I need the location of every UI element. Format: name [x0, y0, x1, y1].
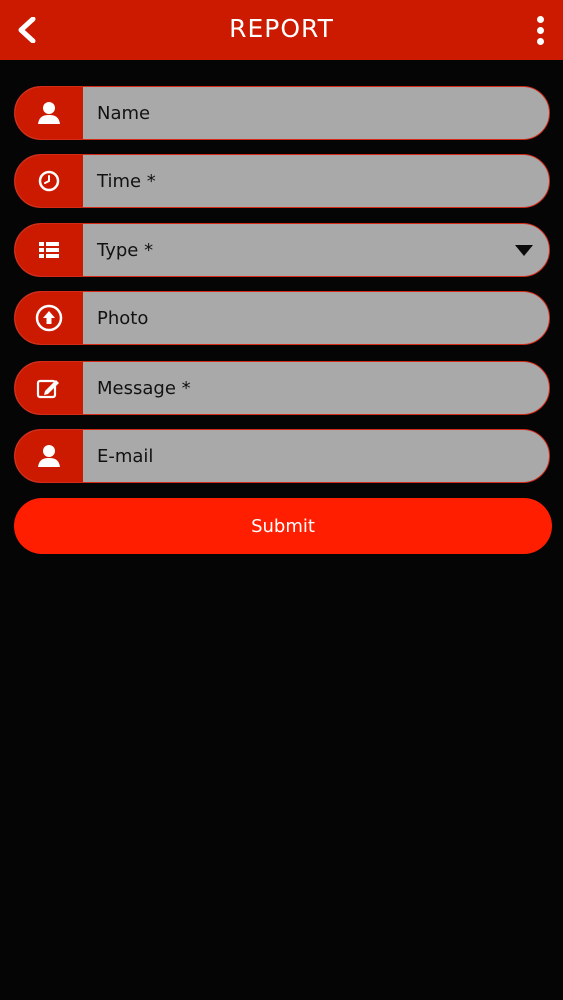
field-label: Time *	[97, 170, 156, 192]
user-icon	[38, 445, 60, 467]
menu-dot	[536, 26, 544, 34]
field-icon-container	[15, 292, 83, 344]
page-title: REPORT	[229, 14, 334, 43]
clock-icon	[38, 170, 60, 192]
edit-icon	[36, 379, 59, 399]
top-app-bar: REPORT	[0, 0, 563, 60]
field-label: Photo	[97, 307, 149, 329]
chevron-left-icon	[18, 17, 36, 43]
type-select[interactable]: Type *	[14, 223, 550, 277]
upload-icon	[35, 304, 63, 332]
user-icon	[38, 102, 60, 124]
overflow-menu-button[interactable]	[531, 12, 549, 48]
field-label: Type *	[97, 239, 154, 261]
field-icon-container	[15, 362, 83, 414]
field-icon-container	[15, 155, 83, 207]
name-field[interactable]: Name	[14, 86, 550, 140]
list-icon	[39, 242, 59, 258]
message-field[interactable]: Message *	[14, 361, 550, 415]
back-button[interactable]	[10, 12, 44, 48]
chevron-down-icon[interactable]	[515, 245, 533, 256]
time-field[interactable]: Time *	[14, 154, 550, 208]
field-icon-container	[15, 430, 83, 482]
field-icon-container	[15, 224, 83, 276]
email-field[interactable]: E-mail	[14, 429, 550, 483]
photo-field[interactable]: Photo	[14, 291, 550, 345]
submit-button[interactable]: Submit	[14, 498, 552, 554]
field-icon-container	[15, 87, 83, 139]
field-label: Name	[97, 102, 151, 124]
field-label: Message *	[97, 377, 191, 399]
field-label: E-mail	[97, 445, 154, 467]
menu-dot	[536, 37, 544, 45]
more-vertical-icon	[536, 15, 544, 23]
